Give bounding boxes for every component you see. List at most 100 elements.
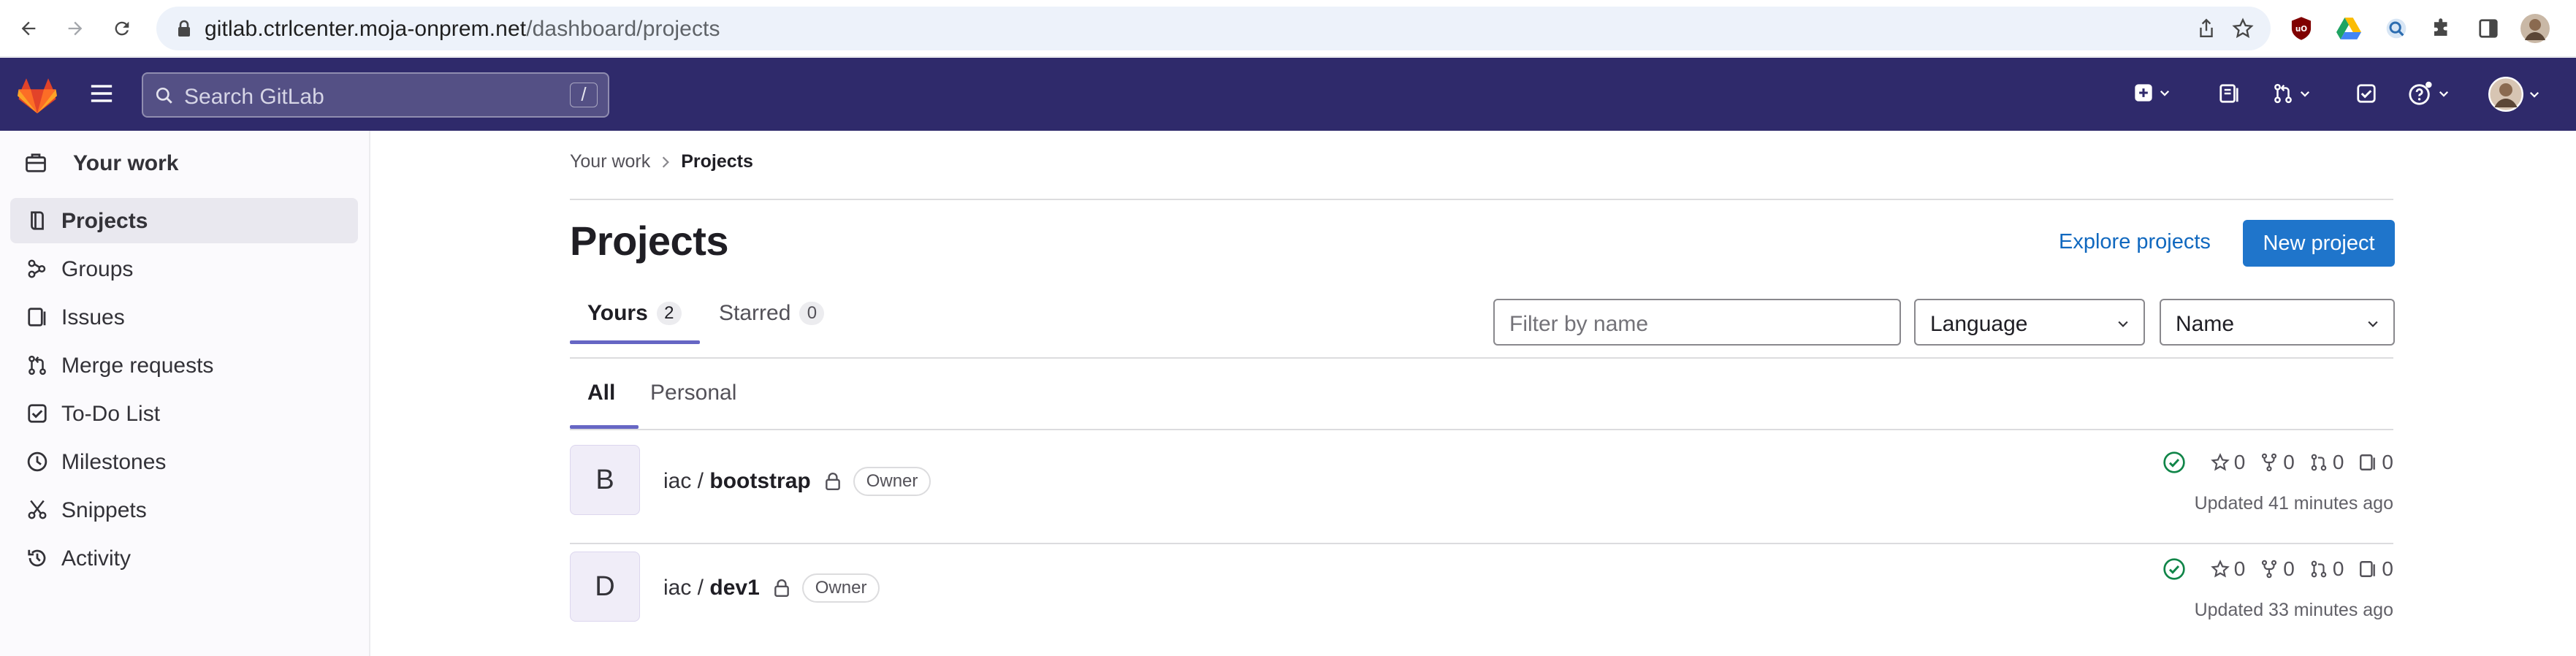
search-input[interactable]: Search GitLab / bbox=[142, 72, 609, 118]
merge-requests-dropdown[interactable] bbox=[2272, 83, 2312, 104]
breadcrumb-your-work[interactable]: Your work bbox=[570, 151, 650, 172]
sidebar-item-activity[interactable]: Activity bbox=[10, 535, 358, 581]
sort-select-value: Name bbox=[2176, 312, 2235, 336]
private-lock-icon bbox=[773, 579, 790, 598]
project-icon bbox=[26, 210, 48, 232]
bookmark-star-icon[interactable] bbox=[2231, 17, 2255, 40]
extensions-puzzle-icon[interactable] bbox=[2427, 14, 2456, 43]
fork-count[interactable]: 0 bbox=[2260, 451, 2295, 474]
search-placeholder: Search GitLab bbox=[184, 85, 324, 109]
todo-icon bbox=[26, 403, 48, 424]
divider bbox=[570, 429, 2393, 430]
language-select-value: Language bbox=[1930, 312, 2028, 336]
star-count[interactable]: 0 bbox=[2210, 451, 2245, 474]
chevron-down-icon bbox=[2160, 90, 2170, 96]
subtab-all[interactable]: All bbox=[587, 360, 615, 426]
pipeline-status[interactable] bbox=[2162, 451, 2190, 474]
side-panel-icon[interactable] bbox=[2474, 14, 2503, 43]
search-shortcut-hint: / bbox=[570, 83, 598, 107]
merge-request-icon bbox=[2274, 83, 2292, 104]
star-count[interactable]: 0 bbox=[2210, 557, 2246, 581]
sidebar-item-groups[interactable]: Groups bbox=[10, 246, 358, 291]
merge-request-icon bbox=[2311, 454, 2327, 471]
share-icon[interactable] bbox=[2195, 17, 2218, 40]
site-info-lock-icon[interactable] bbox=[177, 20, 191, 37]
issues-icon bbox=[2360, 454, 2376, 470]
sort-select[interactable]: Name bbox=[2160, 299, 2395, 346]
google-drive-extension-icon[interactable] bbox=[2334, 14, 2363, 43]
reload-button[interactable] bbox=[105, 12, 139, 45]
plus-square-icon bbox=[2135, 84, 2152, 102]
subtab-label: All bbox=[587, 381, 616, 405]
merge-request-count[interactable]: 0 bbox=[2309, 451, 2344, 474]
clock-icon bbox=[26, 451, 48, 473]
project-row[interactable]: D iac / dev1 Owner 0 0 0 0 Updated 33 mi… bbox=[570, 540, 2393, 642]
ublock-extension-icon[interactable]: uO bbox=[2287, 14, 2316, 43]
fork-count-value: 0 bbox=[2283, 557, 2295, 580]
project-avatar[interactable]: B bbox=[570, 445, 640, 515]
language-select[interactable]: Language bbox=[1914, 299, 2145, 346]
briefcase-icon bbox=[25, 153, 47, 173]
explore-projects-link[interactable]: Explore projects bbox=[2059, 230, 2211, 254]
star-icon bbox=[2210, 453, 2230, 471]
help-dropdown[interactable] bbox=[2408, 81, 2450, 106]
sidebar-item-snippets[interactable]: Snippets bbox=[10, 487, 358, 533]
arrow-right-icon bbox=[68, 21, 83, 36]
breadcrumb-projects[interactable]: Projects bbox=[681, 151, 753, 172]
issue-count[interactable]: 0 bbox=[2358, 557, 2393, 581]
fork-icon bbox=[2262, 560, 2277, 579]
new-project-button[interactable]: New project bbox=[2243, 220, 2395, 267]
fork-icon bbox=[2262, 453, 2277, 472]
merge-request-count-value: 0 bbox=[2332, 451, 2344, 473]
tab-starred[interactable]: Starred 0 bbox=[719, 284, 825, 343]
project-namespace[interactable]: iac / bbox=[663, 469, 704, 494]
gitlab-logo[interactable] bbox=[18, 78, 57, 115]
breadcrumb-separator-icon bbox=[660, 156, 671, 169]
project-row[interactable]: B iac / bootstrap Owner 0 0 0 0 Updated … bbox=[570, 433, 2393, 535]
user-menu-dropdown[interactable] bbox=[2488, 77, 2541, 112]
sidebar-item-label: Groups bbox=[61, 257, 134, 281]
merge-request-count[interactable]: 0 bbox=[2309, 557, 2344, 581]
tab-yours[interactable]: Yours 2 bbox=[587, 284, 682, 343]
pipeline-status[interactable] bbox=[2162, 557, 2190, 581]
issue-count[interactable]: 0 bbox=[2358, 451, 2393, 474]
chevron-down-icon bbox=[2439, 91, 2449, 97]
forward-button[interactable] bbox=[58, 12, 92, 45]
updated-timestamp: Updated 41 minutes ago bbox=[2194, 493, 2393, 514]
sidebar-item-todo-list[interactable]: To-Do List bbox=[10, 391, 358, 436]
user-avatar bbox=[2488, 77, 2523, 112]
sidebar: Your work Projects Groups Issues Merge r… bbox=[0, 131, 370, 656]
project-name-link[interactable]: bootstrap bbox=[709, 469, 810, 494]
sidebar-item-label: Projects bbox=[61, 209, 148, 233]
issues-nav-button[interactable] bbox=[2218, 83, 2240, 104]
project-avatar[interactable]: D bbox=[570, 552, 640, 622]
fork-count[interactable]: 0 bbox=[2260, 557, 2295, 581]
project-namespace[interactable]: iac / bbox=[663, 576, 704, 600]
star-count-value: 0 bbox=[2233, 557, 2246, 580]
svg-text:uO: uO bbox=[2295, 25, 2307, 34]
sidebar-item-label: To-Do List bbox=[61, 402, 161, 426]
address-bar[interactable]: gitlab.ctrlcenter.moja-onprem.net/dashbo… bbox=[156, 7, 2271, 50]
sidebar-item-issues[interactable]: Issues bbox=[10, 294, 358, 340]
sidebar-item-projects[interactable]: Projects bbox=[10, 198, 358, 243]
sidebar-item-merge-requests[interactable]: Merge requests bbox=[10, 343, 358, 388]
sidebar-item-milestones[interactable]: Milestones bbox=[10, 439, 358, 484]
subtab-personal[interactable]: Personal bbox=[650, 360, 736, 426]
sidebar-context-label: Your work bbox=[73, 151, 179, 175]
sidebar-item-label: Issues bbox=[61, 305, 125, 329]
back-button[interactable] bbox=[12, 12, 45, 45]
star-icon bbox=[2210, 560, 2230, 578]
url-host: gitlab.ctrlcenter.moja-onprem.net bbox=[205, 17, 527, 41]
filter-by-name-input[interactable]: Filter by name bbox=[1493, 299, 1901, 346]
sidebar-item-label: Activity bbox=[61, 546, 132, 571]
create-new-dropdown[interactable] bbox=[2133, 83, 2171, 103]
private-lock-icon bbox=[824, 472, 842, 491]
divider bbox=[570, 199, 2393, 200]
hamburger-menu-button[interactable] bbox=[89, 83, 114, 104]
project-name-link[interactable]: dev1 bbox=[709, 576, 759, 600]
sidebar-context-your-work[interactable]: Your work bbox=[9, 141, 359, 185]
sidebar-item-label: Snippets bbox=[61, 498, 147, 522]
search-extension-icon[interactable] bbox=[2382, 14, 2411, 43]
todo-nav-button[interactable] bbox=[2355, 83, 2377, 104]
browser-profile-avatar[interactable] bbox=[2520, 14, 2550, 43]
